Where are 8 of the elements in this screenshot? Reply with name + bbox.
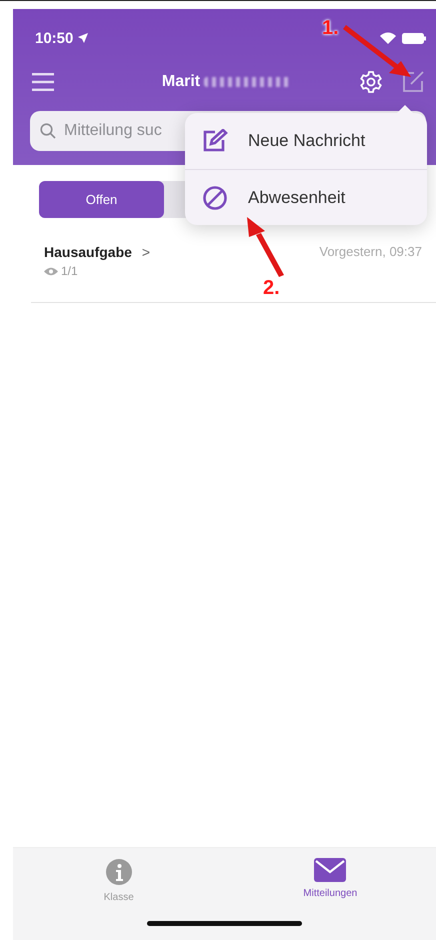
chevron-glyph: >: [142, 244, 150, 260]
annotation-label: 1.: [322, 17, 339, 40]
message-date: Vorgestern, 09:37: [319, 244, 422, 259]
annotation-label: 2.: [263, 277, 280, 300]
read-count: 1/1: [61, 264, 78, 278]
message-title: Hausaufgabe: [44, 244, 132, 260]
header-title: Marit: [162, 73, 200, 91]
status-time: 10:50: [35, 30, 74, 46]
